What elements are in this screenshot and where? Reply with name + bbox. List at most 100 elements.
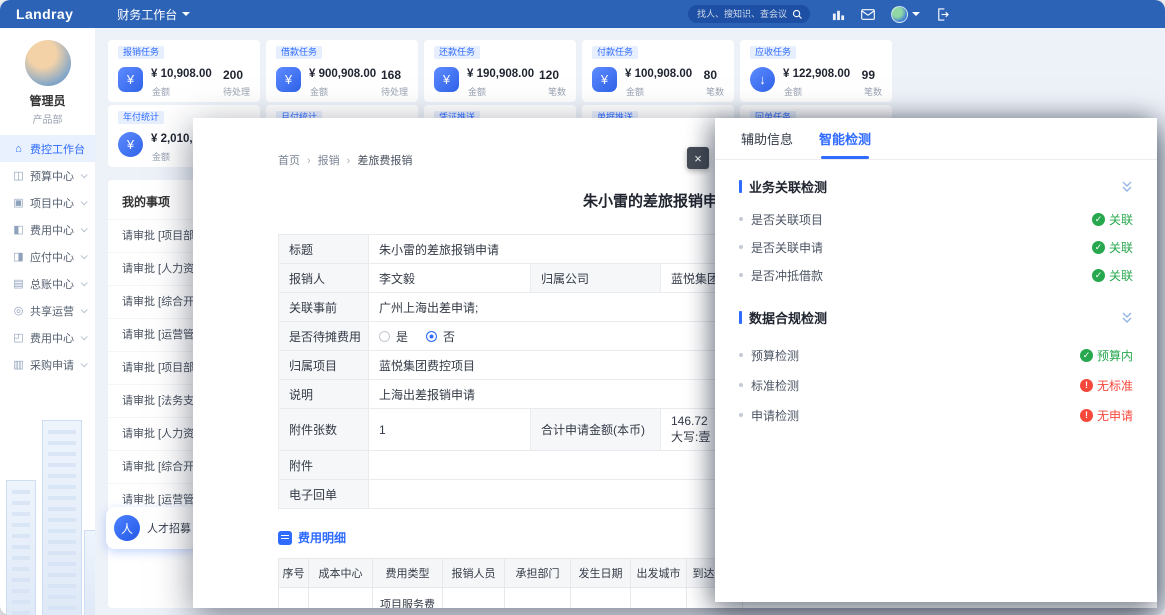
user-department: 产品部 xyxy=(0,111,95,126)
sidebar-item-expense-center-2[interactable]: ◰ 费用中心 xyxy=(0,324,95,351)
chevron-down-icon xyxy=(81,333,88,340)
sidebar-item-label: 预算中心 xyxy=(30,168,81,184)
card-count-label: 笔数 xyxy=(706,85,724,98)
check-item-label: 是否关联申请 xyxy=(751,239,1092,256)
city-illustration xyxy=(0,365,95,615)
sidebar-item-project-center[interactable]: ▣ 项目中心 xyxy=(0,189,95,216)
col-header: 承担部门 xyxy=(505,559,571,588)
landray-logo: Landray xyxy=(16,6,73,22)
cell-seq: 1 xyxy=(279,588,309,609)
chevron-down-icon xyxy=(81,360,88,367)
card-count-label: 待处理 xyxy=(381,85,408,98)
logout-icon[interactable] xyxy=(936,8,949,21)
reimburse-icon: ¥ xyxy=(118,67,143,92)
detail-list-icon xyxy=(278,531,292,545)
check-item-label: 是否关联项目 xyxy=(751,211,1092,228)
collapse-chevron-icon[interactable] xyxy=(1121,311,1133,324)
collapse-chevron-icon[interactable] xyxy=(1121,180,1133,193)
mail-icon[interactable] xyxy=(861,9,875,20)
breadcrumb-home[interactable]: 首页 xyxy=(278,152,300,168)
payment-icon: ¥ xyxy=(592,67,617,92)
sidebar-item-expense-center[interactable]: ◧ 费用中心 xyxy=(0,216,95,243)
form-label: 报销人 xyxy=(279,264,369,293)
check-item-label: 是否冲抵借款 xyxy=(751,267,1092,284)
col-header: 费用类型 xyxy=(373,559,443,588)
card-tag: 还款任务 xyxy=(434,46,480,59)
breadcrumb-reimburse[interactable]: 报销 xyxy=(300,152,340,168)
status-text: 无申请 xyxy=(1097,407,1133,424)
close-button[interactable]: × xyxy=(687,147,709,169)
status-badge: ✓ 预算内 xyxy=(1080,347,1133,364)
budget-icon: ◫ xyxy=(12,169,25,182)
app-window: Landray 财务工作台 xyxy=(0,0,1165,615)
card-count-label: 笔数 xyxy=(864,85,882,98)
detail-data-row: 1 财务部 项目服务费用—服务类差旅（交通） 李文毅 人力资源部 2024-11… xyxy=(279,588,743,609)
radio-no-label: 否 xyxy=(443,328,455,345)
panel-tabs: 辅助信息 智能检测 xyxy=(715,118,1157,160)
card-amount: ¥ 900,908.00 xyxy=(309,68,376,80)
workspace-menu[interactable]: 财务工作台 xyxy=(117,6,190,23)
search-icon[interactable] xyxy=(792,9,803,20)
stat-card-receivable[interactable]: 应收任务 ↓ ¥ 122,908.00 金额 99 笔数 xyxy=(740,40,892,102)
project-icon: ▣ xyxy=(12,196,25,209)
warning-circle-icon: ! xyxy=(1080,379,1093,392)
card-count-label: 待处理 xyxy=(223,85,250,98)
home-icon: ⌂ xyxy=(12,143,25,155)
building-graphic xyxy=(84,530,95,615)
check-circle-icon: ✓ xyxy=(1080,349,1093,362)
stat-card-loan[interactable]: 借款任务 ¥ ¥ 900,908.00 金额 168 待处理 xyxy=(266,40,418,102)
status-badge: ✓ 关联 xyxy=(1092,267,1133,284)
chevron-down-icon xyxy=(81,252,88,259)
col-header: 序号 xyxy=(279,559,309,588)
user-menu[interactable] xyxy=(891,6,920,23)
chevron-down-icon xyxy=(912,12,920,16)
check-item-label: 标准检测 xyxy=(751,377,1080,394)
sidebar-item-purchase-request[interactable]: ▥ 采购申请 xyxy=(0,351,95,378)
tab-smart-check[interactable]: 智能检测 xyxy=(819,118,871,159)
form-label: 电子回单 xyxy=(279,480,369,509)
loan-icon: ¥ xyxy=(276,67,301,92)
form-label: 说明 xyxy=(279,380,369,409)
check-circle-icon: ✓ xyxy=(1092,241,1105,254)
sidebar-item-payable-center[interactable]: ◨ 应付中心 xyxy=(0,243,95,270)
talent-recruit-widget[interactable]: 人 人才招募 xyxy=(106,507,198,549)
purchase-icon: ▥ xyxy=(12,358,25,371)
status-text: 关联 xyxy=(1109,211,1133,228)
status-text: 关联 xyxy=(1109,239,1133,256)
card-amount-label: 金额 xyxy=(784,85,802,98)
user-avatar[interactable] xyxy=(25,40,71,86)
global-search[interactable] xyxy=(688,5,810,23)
card-amount: ¥ 190,908.00 xyxy=(467,68,534,80)
tab-auxiliary-info[interactable]: 辅助信息 xyxy=(741,118,793,159)
sidebar-item-expense-workbench[interactable]: ⌂ 费控工作台 xyxy=(0,135,95,162)
sidebar-menu: ⌂ 费控工作台 ◫ 预算中心 ▣ 项目中心 ◧ 费用中心 ◨ 应付中心 xyxy=(0,135,95,378)
sidebar-item-shared-ops[interactable]: ◎ 共享运营 xyxy=(0,297,95,324)
recruit-icon: 人 xyxy=(114,515,140,541)
col-header: 成本中心 xyxy=(309,559,373,588)
sidebar-item-budget-center[interactable]: ◫ 预算中心 xyxy=(0,162,95,189)
status-badge: ✓ 关联 xyxy=(1092,239,1133,256)
cell-departure-city: 东莞市 xyxy=(631,588,687,609)
check-circle-icon: ✓ xyxy=(1092,213,1105,226)
recruit-label: 人才招募 xyxy=(147,520,191,536)
yearly-pay-icon: ¥ xyxy=(118,132,143,157)
repayment-icon: ¥ xyxy=(434,67,459,92)
expense-icon: ◰ xyxy=(12,331,25,344)
chevron-down-icon xyxy=(182,12,190,16)
sidebar-item-label: 费用中心 xyxy=(30,222,81,238)
card-count: 168 xyxy=(381,68,401,82)
cell-date: 2024-11-26 xyxy=(571,588,631,609)
form-value-person: 李文毅 xyxy=(369,264,531,293)
sidebar-item-ledger-center[interactable]: ▤ 总账中心 xyxy=(0,270,95,297)
stat-card-repayment[interactable]: 还款任务 ¥ ¥ 190,908.00 金额 120 笔数 xyxy=(424,40,576,102)
chevron-down-icon xyxy=(81,171,88,178)
radio-yes[interactable] xyxy=(379,331,390,342)
search-input[interactable] xyxy=(695,8,792,20)
sidebar: 管理员 产品部 ⌂ 费控工作台 ◫ 预算中心 ▣ 项目中心 ◧ 费用中心 xyxy=(0,28,95,615)
smart-check-panel: 辅助信息 智能检测 业务关联检测 是否关联项目 ✓ 关联 是否关联申请 xyxy=(715,118,1157,602)
radio-no[interactable] xyxy=(426,331,437,342)
stat-card-reimburse[interactable]: 报销任务 ¥ ¥ 10,908.00 金额 200 待处理 xyxy=(108,40,260,102)
stats-icon[interactable] xyxy=(832,8,845,21)
cell-cost-center: 财务部 xyxy=(309,588,373,609)
stat-card-payment[interactable]: 付款任务 ¥ ¥ 100,908.00 金额 80 笔数 xyxy=(582,40,734,102)
